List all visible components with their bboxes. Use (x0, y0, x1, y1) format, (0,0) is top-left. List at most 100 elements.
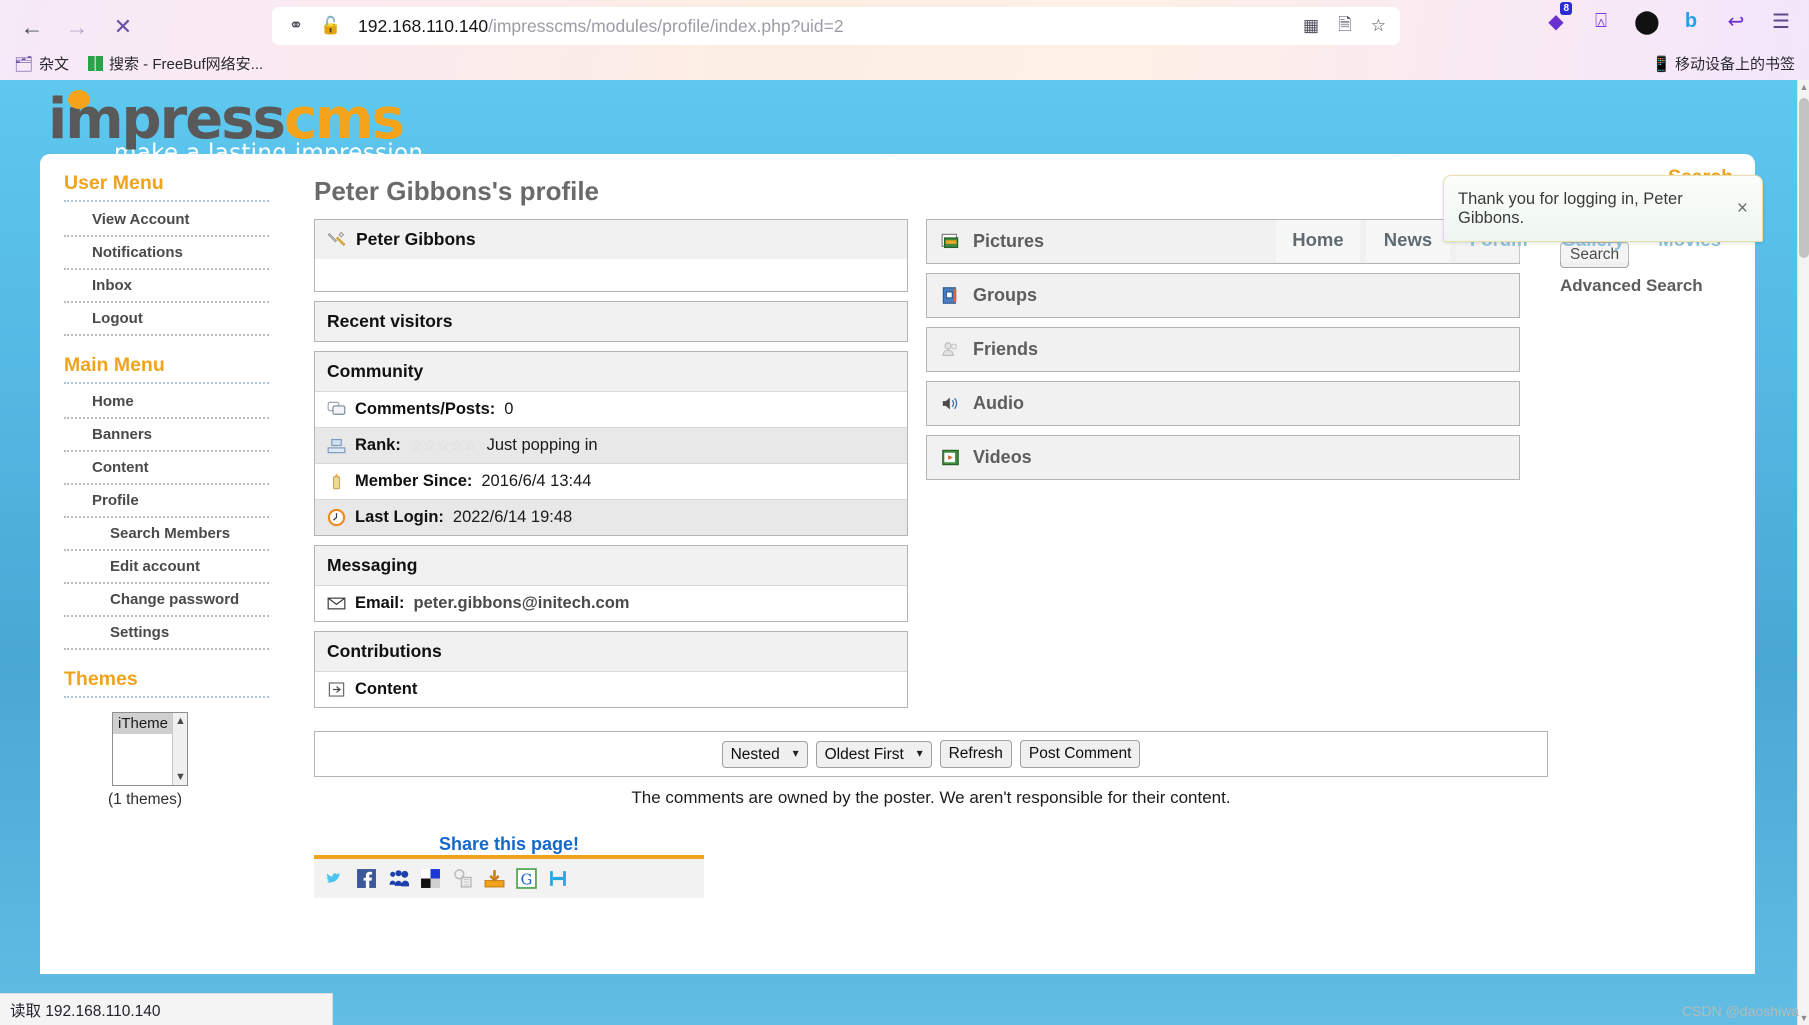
sidebar-item-view-account[interactable]: View Account (64, 204, 269, 237)
divider (64, 200, 269, 202)
panel-videos[interactable]: Videos (926, 435, 1520, 480)
bookmark-star-icon[interactable]: ☆ (1371, 16, 1386, 36)
mobile-phone-icon: 📱 (1652, 55, 1671, 73)
status-bar: 读取 192.168.110.140 (0, 993, 333, 1025)
comments-label: Comments/Posts: (355, 400, 496, 418)
mobile-bookmarks-item[interactable]: 📱 移动设备上的书签 (1652, 53, 1795, 74)
page-scrollbar[interactable]: ▲ ▼ (1797, 80, 1809, 1025)
twitter-icon[interactable] (324, 868, 345, 889)
sidebar-item-edit-account[interactable]: Edit account (64, 551, 269, 584)
panel-audio[interactable]: Audio (926, 381, 1520, 426)
nav-item-news[interactable]: News (1365, 220, 1450, 262)
email-value[interactable]: peter.gibbons@initech.com (414, 594, 630, 613)
content-label: Content (355, 680, 418, 698)
forward-button[interactable]: → (62, 12, 92, 42)
rank-stars: ☆☆☆☆☆ (409, 437, 478, 453)
comment-sort-order-select[interactable]: Oldest First (815, 740, 932, 768)
divider (64, 382, 269, 384)
url-host: 192.168.110.140 (358, 15, 489, 36)
contributions-row-content[interactable]: Content (315, 671, 907, 707)
theme-listbox-scrollbar[interactable]: ▲ ▼ (172, 713, 187, 785)
member-since-label: Member Since: (355, 472, 473, 490)
profile-columns: Peter Gibbons Recent visitors Community (314, 219, 1520, 717)
sidebar-item-profile[interactable]: Profile (64, 485, 269, 518)
bookmark-label: 杂文 (39, 56, 70, 73)
scroll-thumb[interactable] (1799, 98, 1809, 258)
friends-people-icon (942, 342, 958, 357)
myspace-icon[interactable] (388, 868, 409, 889)
shield-icon: ⚭ (288, 16, 304, 35)
extension-icons: ◆ 8 ⍓ ⬤ b ↩ ☰ (1544, 2, 1793, 35)
advanced-search-link[interactable]: Advanced Search (1560, 276, 1735, 296)
digg-icon[interactable] (452, 868, 473, 889)
watermark: CSDN @daoshiwa (1682, 1003, 1799, 1019)
crop-icon[interactable]: ⍓ (1589, 10, 1613, 33)
user-identity-head: Peter Gibbons (315, 220, 907, 259)
nav-item-home[interactable]: Home (1275, 220, 1360, 262)
messaging-panel: Messaging Email: peter.gibbons@initech.c… (314, 545, 908, 622)
community-row-rank: Rank: ☆☆☆☆☆ Just popping in (315, 427, 907, 463)
sidebar-item-content[interactable]: Content (64, 452, 269, 485)
panel-groups[interactable]: Groups (926, 273, 1520, 318)
user-identity-panel: Peter Gibbons (314, 219, 908, 292)
undo-icon[interactable]: ↩ (1724, 9, 1748, 34)
last-login-label: Last Login: (355, 508, 444, 526)
downloads-icon[interactable]: ◆ 8 (1544, 2, 1572, 34)
sidebar-item-settings[interactable]: Settings (64, 617, 269, 650)
logo-cms: cms (283, 87, 405, 152)
display-mode-wrap: Nested (721, 740, 808, 768)
refresh-button[interactable]: Refresh (939, 740, 1012, 768)
opera-icon[interactable]: ⬤ (1634, 8, 1660, 35)
community-title: Community (315, 352, 907, 391)
panel-friends[interactable]: Friends (926, 327, 1520, 372)
download-icon[interactable] (484, 868, 505, 889)
theme-option-selected[interactable]: iTheme (113, 713, 174, 734)
theme-listbox[interactable]: iTheme ▲ ▼ (112, 712, 188, 786)
bing-icon[interactable]: b (1679, 10, 1703, 33)
delicious-icon[interactable] (420, 868, 441, 889)
page-title: Peter Gibbons's profile (314, 176, 600, 206)
scroll-down-icon[interactable]: ▼ (1798, 1011, 1809, 1025)
user-identity-body (315, 259, 907, 291)
share-title[interactable]: Share this page! (314, 834, 704, 855)
contributions-title: Contributions (315, 632, 907, 671)
post-comment-button[interactable]: Post Comment (1019, 740, 1141, 768)
back-button[interactable]: ← (17, 12, 47, 42)
sidebar-item-inbox[interactable]: Inbox (64, 270, 269, 303)
scroll-up-icon[interactable]: ▲ (1798, 80, 1809, 94)
sidebar-item-banners[interactable]: Banners (64, 419, 269, 452)
close-icon[interactable]: × (1737, 198, 1748, 220)
bookmark-item-freebuf[interactable]: 搜索 - FreeBuf网络安... (88, 53, 263, 74)
sidebar-item-search-members[interactable]: Search Members (64, 518, 269, 551)
main-content: Peter Gibbons's profile Peter Gibbons Re… (270, 166, 1548, 898)
download-badge: 8 (1560, 2, 1572, 15)
address-bar[interactable]: ⚭ 🔓 192.168.110.140/impresscms/modules/p… (272, 7, 1400, 45)
comment-bubbles-icon (327, 401, 346, 415)
chevron-down-icon[interactable]: ▼ (173, 771, 188, 783)
clock-icon (327, 508, 346, 527)
reader-view-icon[interactable]: 🗎 (1338, 12, 1352, 41)
user-menu-title: User Menu (64, 172, 164, 194)
candle-icon (332, 473, 341, 490)
sidebar-item-change-password[interactable]: Change password (64, 584, 269, 617)
sidebar-item-logout[interactable]: Logout (64, 303, 269, 336)
menu-icon[interactable]: ☰ (1769, 9, 1793, 34)
sidebar-item-home[interactable]: Home (64, 386, 269, 419)
google-icon[interactable]: G (516, 868, 537, 889)
community-panel: Community Comments/Posts: 0 Rank: ☆☆☆☆☆ … (314, 351, 908, 536)
comment-display-mode-select[interactable]: Nested (721, 740, 808, 768)
groups-book-icon (942, 287, 957, 304)
messaging-row-email: Email: peter.gibbons@initech.com (315, 585, 907, 621)
panel-audio-label: Audio (973, 393, 1024, 413)
facebook-icon[interactable] (356, 868, 377, 889)
chevron-up-icon[interactable]: ▲ (173, 715, 188, 727)
web-page: impresscms make a lasting impression Hom… (0, 80, 1797, 1025)
bookmark-item-zawen[interactable]: 🗂 杂文 (14, 53, 69, 74)
browser-chrome: ← → ✕ ⚭ 🔓 192.168.110.140/impresscms/mod… (0, 0, 1809, 80)
hi5-icon[interactable] (548, 868, 569, 889)
sidebar-item-notifications[interactable]: Notifications (64, 237, 269, 270)
qr-code-icon[interactable]: ▦ (1303, 16, 1319, 36)
rank-value: Just popping in (486, 436, 598, 454)
stop-button[interactable]: ✕ (108, 12, 138, 42)
rank-badge-icon (327, 438, 346, 454)
